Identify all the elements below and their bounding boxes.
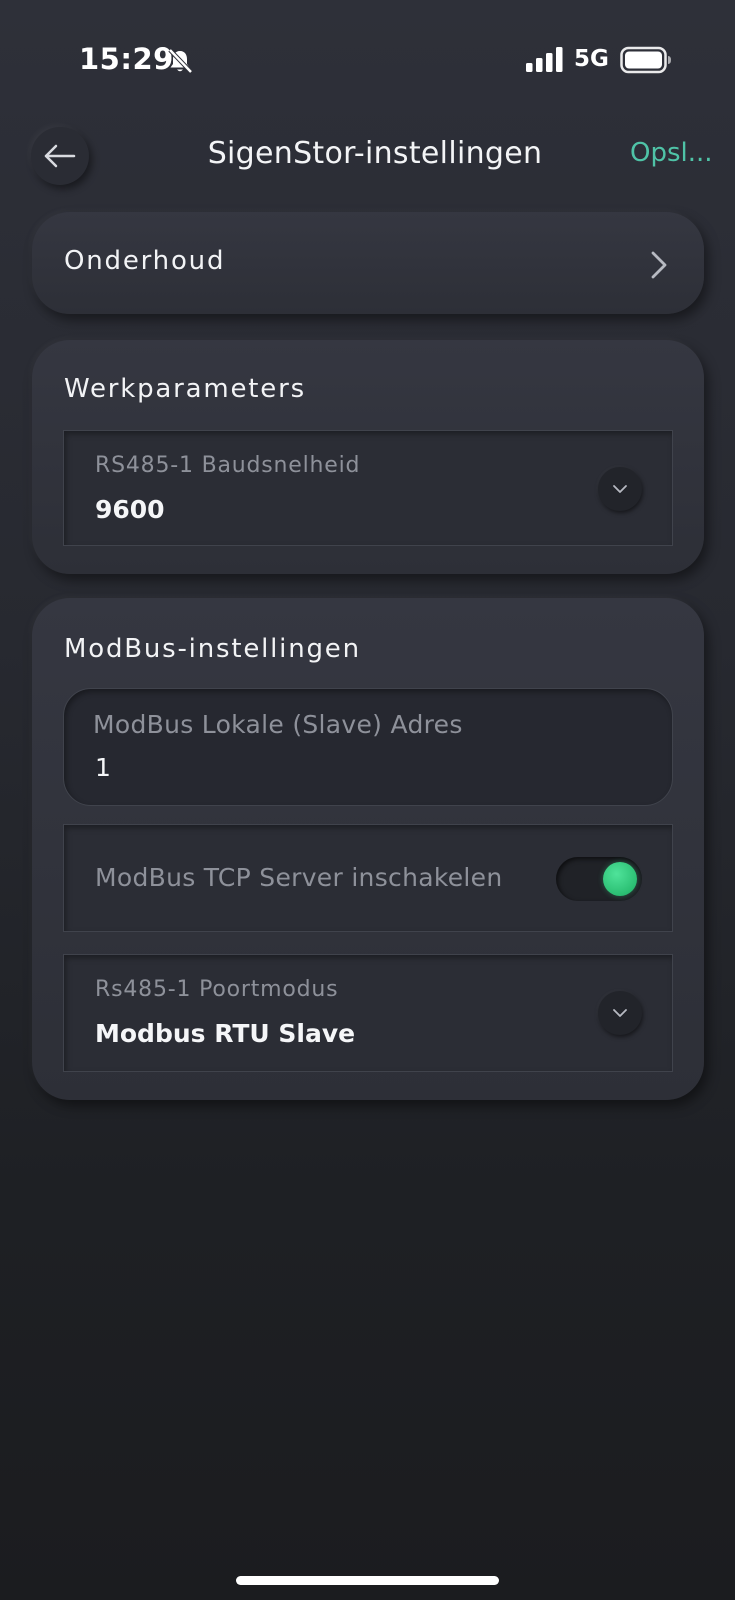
chevron-down-icon bbox=[613, 485, 627, 493]
signal-icon bbox=[526, 47, 563, 72]
save-button[interactable]: Opsl... bbox=[630, 138, 713, 168]
baud-rate-value: 9600 bbox=[95, 495, 165, 524]
baud-rate-label: RS485-1 Baudsnelheid bbox=[95, 453, 361, 478]
maintenance-row[interactable]: Onderhoud bbox=[32, 212, 704, 314]
modbus-slave-address-field[interactable]: ModBus Lokale (Slave) Adres 1 bbox=[63, 688, 673, 806]
chevron-right-icon bbox=[651, 251, 667, 279]
home-indicator[interactable] bbox=[236, 1576, 499, 1585]
maintenance-title: Onderhoud bbox=[64, 246, 226, 276]
battery-icon bbox=[620, 46, 671, 74]
baud-rate-select[interactable]: RS485-1 Baudsnelheid 9600 bbox=[63, 430, 673, 546]
modbus-settings-title: ModBus-instellingen bbox=[64, 634, 361, 664]
work-parameters-card: Werkparameters RS485-1 Baudsnelheid 9600 bbox=[32, 340, 704, 574]
modbus-slave-address-value: 1 bbox=[95, 753, 111, 782]
modbus-slave-address-label: ModBus Lokale (Slave) Adres bbox=[93, 710, 463, 739]
work-parameters-title: Werkparameters bbox=[64, 374, 306, 404]
port-mode-label: Rs485-1 Poortmodus bbox=[95, 977, 339, 1002]
modbus-settings-card: ModBus-instellingen ModBus Lokale (Slave… bbox=[32, 598, 704, 1100]
baud-rate-dropdown-button[interactable] bbox=[598, 467, 642, 511]
toggle-knob bbox=[603, 862, 637, 896]
back-button[interactable] bbox=[31, 127, 89, 185]
arrow-left-icon bbox=[44, 144, 76, 168]
modbus-tcp-server-row: ModBus TCP Server inschakelen bbox=[63, 824, 673, 932]
chevron-down-icon bbox=[613, 1009, 627, 1017]
status-bar: 15:29 5G bbox=[0, 0, 735, 120]
page-title: SigenStor-instellingen bbox=[207, 136, 543, 171]
port-mode-select[interactable]: Rs485-1 Poortmodus Modbus RTU Slave bbox=[63, 954, 673, 1072]
modbus-tcp-server-toggle[interactable] bbox=[556, 857, 642, 901]
bell-slash-icon bbox=[168, 48, 193, 74]
status-time: 15:29 bbox=[79, 42, 174, 76]
port-mode-dropdown-button[interactable] bbox=[598, 991, 642, 1035]
modbus-tcp-server-label: ModBus TCP Server inschakelen bbox=[95, 863, 503, 892]
port-mode-value: Modbus RTU Slave bbox=[95, 1019, 356, 1048]
network-label: 5G bbox=[574, 46, 609, 72]
